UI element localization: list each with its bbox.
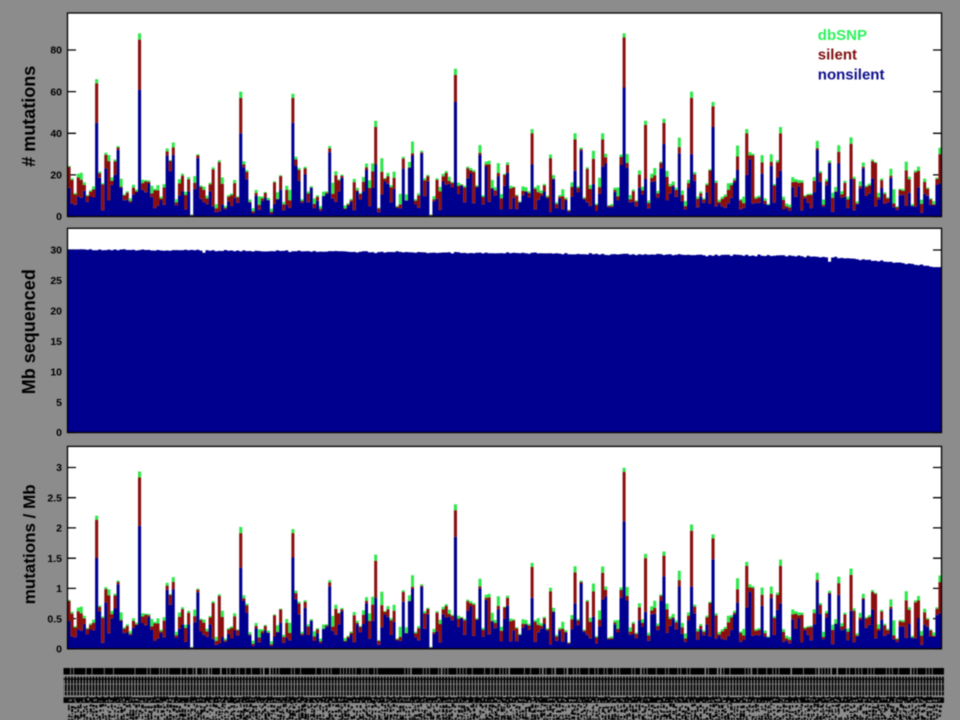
svg-text:25: 25 <box>50 275 62 287</box>
svg-text:3: 3 <box>56 462 62 474</box>
svg-text:2.5: 2.5 <box>47 492 62 504</box>
svg-text:80: 80 <box>50 45 62 57</box>
svg-text:5: 5 <box>56 397 62 409</box>
svg-text:60: 60 <box>50 86 62 98</box>
svg-text:0.5: 0.5 <box>47 613 62 625</box>
svg-text:Mb sequenced: Mb sequenced <box>19 269 39 394</box>
svg-text:30: 30 <box>50 245 62 257</box>
svg-text:40: 40 <box>50 128 62 140</box>
svg-text:1: 1 <box>56 583 62 595</box>
svg-text:15: 15 <box>50 336 62 348</box>
svg-text:mutations / Mb: mutations / Mb <box>20 484 39 604</box>
svg-text:0: 0 <box>56 211 62 223</box>
svg-text:10: 10 <box>50 366 62 378</box>
svg-text:# mutations: # mutations <box>19 66 39 167</box>
svg-text:1.5: 1.5 <box>47 553 62 565</box>
svg-text:silent: silent <box>818 47 857 64</box>
svg-text:20: 20 <box>50 170 62 182</box>
svg-text:dbSNP: dbSNP <box>818 27 867 44</box>
svg-text:20: 20 <box>50 306 62 318</box>
svg-text:nonsilent: nonsilent <box>818 67 885 84</box>
svg-text:0: 0 <box>56 644 62 656</box>
svg-text:0: 0 <box>56 427 62 439</box>
svg-text:2: 2 <box>56 523 62 535</box>
